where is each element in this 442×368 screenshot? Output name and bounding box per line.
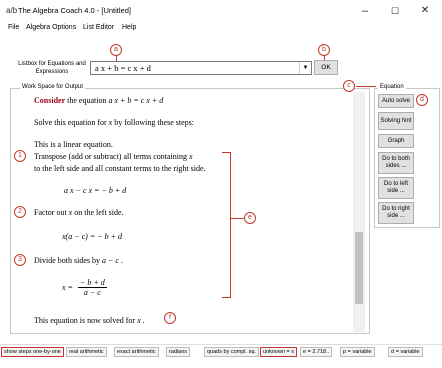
dropdown-arrow-icon[interactable]: ▼ bbox=[299, 62, 311, 74]
close-button[interactable]: ✕ bbox=[416, 4, 434, 18]
scrollbar-thumb[interactable] bbox=[355, 232, 363, 304]
output-area: Consider the equation a x + b = c x + d … bbox=[34, 92, 354, 332]
status-radians[interactable]: radians bbox=[166, 347, 191, 357]
consider-text: the equation bbox=[67, 96, 107, 105]
result-lhs: x = bbox=[62, 283, 73, 292]
status-exact-arithmetic[interactable]: exact arithmetic bbox=[114, 347, 159, 357]
workspace-legend: Work Space for Output bbox=[20, 84, 85, 90]
ok-button[interactable]: OK bbox=[314, 60, 338, 75]
equation-legend: Equation bbox=[378, 84, 406, 90]
solve-text-end: by following these steps: bbox=[114, 118, 194, 127]
do-to-left-side-button[interactable]: Do to left side ... bbox=[378, 177, 414, 199]
consider-word: Consider bbox=[34, 96, 66, 105]
step1-equation: a x − c x = − b + d bbox=[64, 186, 127, 195]
status-bar: show steps one-by-one real arithmetic ex… bbox=[0, 344, 442, 357]
equation-combobox[interactable]: a x + b = c x + d ▼ bbox=[90, 61, 312, 75]
equation-value: a x + b = c x + d bbox=[95, 63, 151, 73]
annotation-2: 2 bbox=[14, 206, 26, 218]
annotation-e-pointer bbox=[231, 218, 244, 220]
listbox-label: Listbox for Equations and Expressions bbox=[18, 61, 86, 75]
menu-bar: File Algebra Options List Editor Help bbox=[0, 22, 442, 36]
maximize-button[interactable]: ☐ bbox=[386, 4, 404, 18]
solved-text: This equation is now solved for bbox=[34, 316, 136, 325]
annotation-a: a bbox=[110, 44, 122, 56]
app-icon: a/b bbox=[6, 6, 18, 15]
minimize-button[interactable]: – bbox=[356, 4, 374, 18]
status-d-variable[interactable]: d = variable bbox=[388, 347, 423, 357]
step2-variable: x bbox=[68, 208, 73, 217]
solving-hint-button[interactable]: Solving hint bbox=[378, 112, 414, 130]
auto-solve-button[interactable]: Auto solve bbox=[378, 94, 414, 108]
annotation-c-pointer bbox=[356, 86, 376, 88]
result-denominator: a − c bbox=[83, 288, 101, 297]
step3-text: Divide both sides by bbox=[34, 256, 100, 265]
result-numerator: − b + d bbox=[77, 278, 107, 288]
menu-help[interactable]: Help bbox=[122, 24, 136, 31]
step3-period: . bbox=[120, 256, 123, 265]
step2-text: Factor out bbox=[34, 208, 67, 217]
status-e-value[interactable]: e = 2.718.. bbox=[300, 347, 333, 357]
solve-line: Solve this equation for x by following t… bbox=[34, 118, 194, 127]
bracket-top bbox=[222, 152, 231, 154]
step1-text: Transpose (add or subtract) all terms co… bbox=[34, 152, 188, 161]
status-unknown[interactable]: unknown = x bbox=[260, 347, 298, 357]
result-equation: x = − b + d a − c bbox=[62, 278, 107, 297]
solved-period: . bbox=[142, 316, 145, 325]
solved-line: This equation is now solved for x . bbox=[34, 316, 145, 325]
annotation-b: b bbox=[318, 44, 330, 56]
step2-line: Factor out x on the left side. bbox=[34, 208, 124, 217]
annotation-d: d bbox=[416, 94, 428, 106]
menu-file[interactable]: File bbox=[8, 24, 19, 31]
solve-text: Solve this equation for bbox=[34, 118, 107, 127]
window-title: The Algebra Coach 4.0 - [Untitled] bbox=[18, 6, 131, 15]
annotation-f: f bbox=[164, 312, 176, 324]
menu-list-editor[interactable]: List Editor bbox=[83, 24, 114, 31]
linear-line: This is a linear equation. bbox=[34, 140, 113, 149]
consider-equation: a x + b = c x + d bbox=[108, 96, 164, 105]
consider-line: Consider the equation a x + b = c x + d bbox=[34, 96, 163, 105]
do-to-both-sides-button[interactable]: Do to both sides ... bbox=[378, 152, 414, 174]
step3-divisor: a − c bbox=[102, 256, 119, 265]
status-show-steps[interactable]: show steps one-by-one bbox=[1, 347, 64, 357]
step1-line: Transpose (add or subtract) all terms co… bbox=[34, 152, 193, 161]
do-to-right-side-button[interactable]: Do to right side ... bbox=[378, 202, 414, 224]
step1-line-2: to the left side and all constant terms … bbox=[34, 164, 206, 173]
annotation-1: 1 bbox=[14, 150, 26, 162]
status-real-arithmetic[interactable]: real arithmetic bbox=[66, 347, 107, 357]
annotation-3: 3 bbox=[14, 254, 26, 266]
result-fraction: − b + d a − c bbox=[77, 278, 107, 297]
bracket-line bbox=[230, 152, 232, 298]
step3-line: Divide both sides by a − c . bbox=[34, 256, 123, 265]
step2-equation: x(a − c) = − b + d bbox=[62, 232, 123, 241]
annotation-e: e bbox=[244, 212, 256, 224]
graph-button[interactable]: Graph bbox=[378, 134, 414, 148]
title-bar: a/b The Algebra Coach 4.0 - [Untitled] –… bbox=[0, 0, 442, 22]
step2-text-end: on the left side. bbox=[74, 208, 124, 217]
bracket-bottom bbox=[222, 297, 231, 299]
solve-variable: x bbox=[108, 118, 113, 127]
menu-algebra-options[interactable]: Algebra Options bbox=[26, 24, 76, 31]
solved-variable: x bbox=[137, 316, 141, 325]
status-p-variable[interactable]: p = variable bbox=[340, 347, 375, 357]
status-quads[interactable]: quads by compl. sq. bbox=[204, 347, 259, 357]
step1-variable: x bbox=[189, 152, 193, 161]
annotation-c: c bbox=[343, 80, 355, 92]
